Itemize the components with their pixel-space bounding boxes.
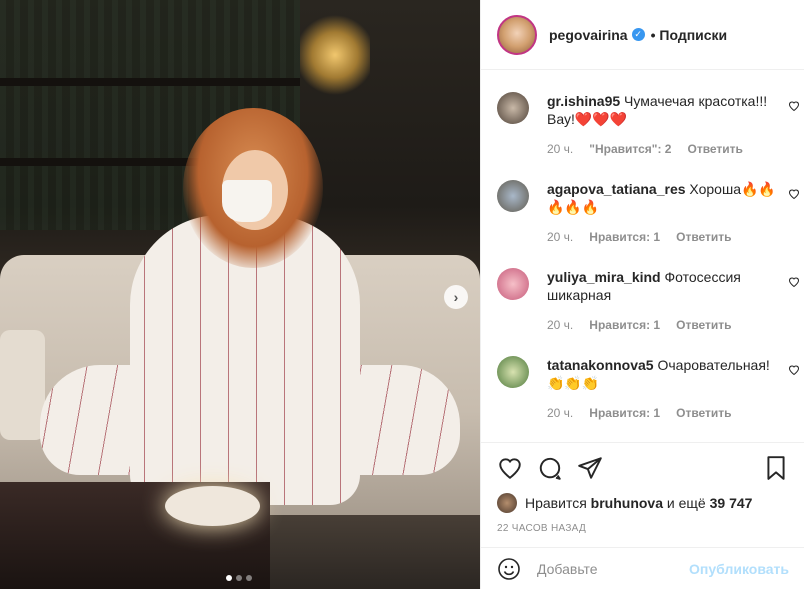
carousel-dot	[236, 575, 242, 581]
lamp-light	[300, 10, 370, 100]
verified-badge-icon: ✓	[631, 28, 645, 41]
author-avatar[interactable]	[497, 14, 537, 55]
liker-username[interactable]: bruhunova	[591, 495, 663, 511]
commenter-avatar[interactable]	[497, 180, 529, 212]
carousel-indicator	[226, 575, 252, 581]
likes-prefix: Нравится	[525, 495, 587, 511]
post-actions: Нравится bruhunova и ещё 39 747 22 ЧАСОВ…	[481, 442, 804, 534]
chevron-right-icon: ›	[453, 289, 459, 305]
comment-item: yuliya_mira_kind Фотосессия шикарная 20 …	[481, 246, 804, 334]
comment-item: gr.ishina95 Чумачечая красотка!!! Вау!❤️…	[481, 70, 804, 158]
heart-outline-icon[interactable]	[788, 364, 800, 376]
comment-bubble-icon[interactable]	[537, 455, 563, 481]
commenter-avatar[interactable]	[497, 356, 529, 388]
comment-likes[interactable]: Нравится: 1	[589, 316, 660, 334]
like-heart-icon[interactable]	[497, 455, 523, 481]
cushion	[0, 330, 45, 440]
comment-likes[interactable]: "Нравится": 2	[589, 140, 671, 158]
comment-time[interactable]: 20 ч.	[547, 404, 573, 422]
post-photo[interactable]: ›	[0, 0, 480, 589]
shelf-board	[0, 78, 300, 86]
carousel-next-button[interactable]: ›	[444, 285, 468, 309]
comment-time[interactable]: 20 ч.	[547, 140, 573, 158]
publish-button[interactable]: Опубликовать	[689, 561, 789, 577]
comment-likes[interactable]: Нравится: 1	[589, 228, 660, 246]
reply-button[interactable]: Ответить	[676, 316, 731, 334]
add-comment-bar: Добавьте Опубликовать	[481, 547, 804, 589]
heart-outline-icon[interactable]	[788, 276, 800, 288]
post-sidebar: pegovairina ✓ • Подписки gr.ishina95 Чум…	[480, 0, 804, 589]
bookmark-icon[interactable]	[763, 455, 789, 481]
likes-count[interactable]: 39 747	[710, 495, 753, 511]
comment-likes[interactable]: Нравится: 1	[589, 404, 660, 422]
comment-author[interactable]: agapova_tatiana_res	[547, 181, 686, 197]
cup	[222, 180, 272, 222]
likes-middle: и ещё	[666, 495, 706, 511]
comment-author[interactable]: tatanakonnova5	[547, 357, 654, 373]
heart-outline-icon[interactable]	[788, 188, 800, 200]
comment-time[interactable]: 20 ч.	[547, 316, 573, 334]
share-paper-plane-icon[interactable]	[577, 455, 603, 481]
comment-item: agapova_tatiana_res Хороша🔥🔥🔥🔥🔥 20 ч. Нр…	[481, 158, 804, 246]
reply-button[interactable]: Ответить	[687, 140, 742, 158]
comment-time[interactable]: 20 ч.	[547, 228, 573, 246]
comment-input[interactable]: Добавьте	[537, 561, 598, 577]
commenter-avatar[interactable]	[497, 268, 529, 300]
comment-author[interactable]: yuliya_mira_kind	[547, 269, 661, 285]
post-header: pegovairina ✓ • Подписки	[481, 0, 804, 70]
comment-author[interactable]: gr.ishina95	[547, 93, 620, 109]
comment-item: tatanakonnova5 Очаровательная! 👏👏👏 20 ч.…	[481, 334, 804, 422]
likes-summary[interactable]: Нравится bruhunova и ещё 39 747	[497, 493, 789, 513]
reply-button[interactable]: Ответить	[676, 228, 731, 246]
liker-avatar	[497, 493, 517, 513]
author-username[interactable]: pegovairina	[549, 27, 628, 43]
carousel-dot	[226, 575, 232, 581]
emoji-smiley-icon[interactable]	[497, 557, 521, 581]
heart-outline-icon[interactable]	[788, 100, 800, 112]
candle-light	[165, 486, 260, 526]
commenter-avatar[interactable]	[497, 92, 529, 124]
follow-status[interactable]: • Подписки	[651, 27, 728, 43]
carousel-dot	[246, 575, 252, 581]
comments-list: gr.ishina95 Чумачечая красотка!!! Вау!❤️…	[481, 70, 804, 442]
post-timestamp[interactable]: 22 ЧАСОВ НАЗАД	[497, 523, 789, 534]
reply-button[interactable]: Ответить	[676, 404, 731, 422]
